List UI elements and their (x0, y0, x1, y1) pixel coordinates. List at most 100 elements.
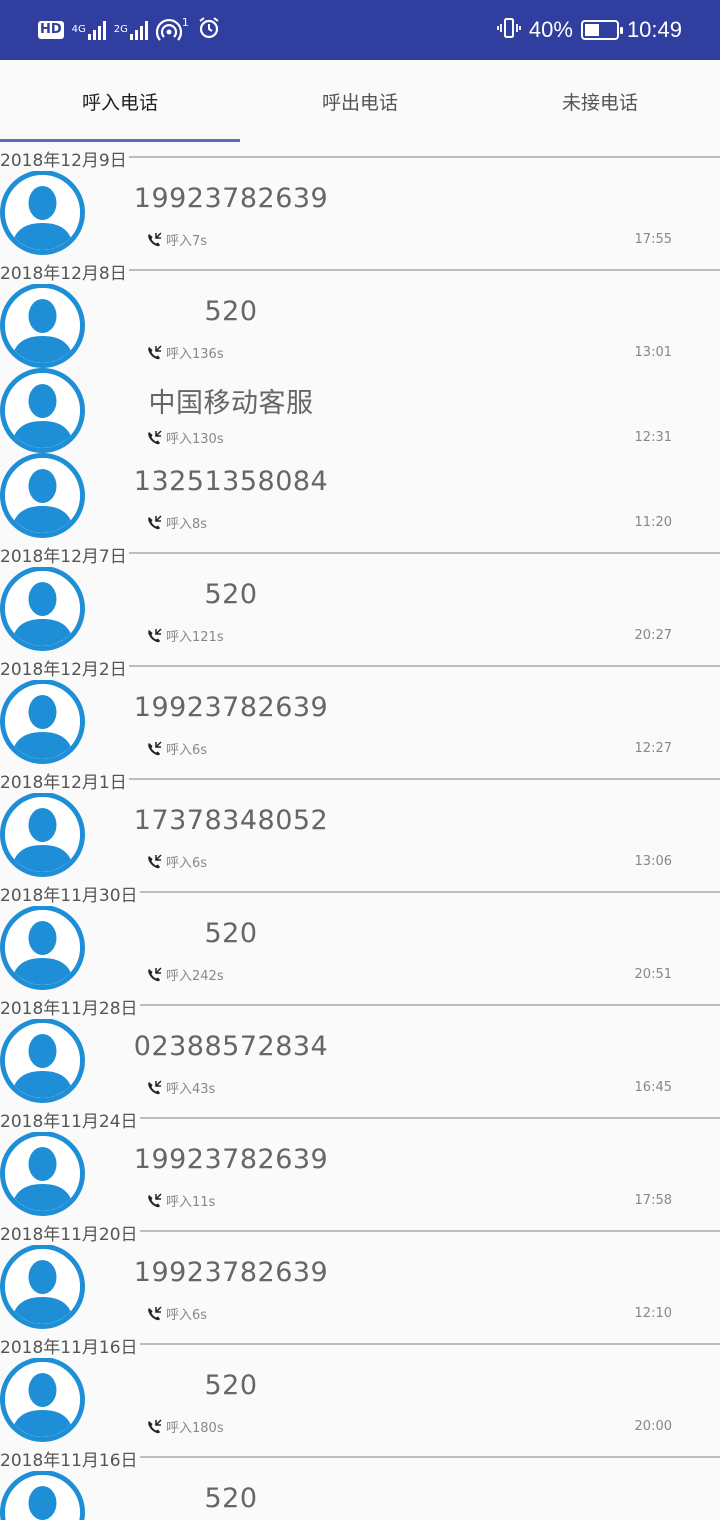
call-time: 12:31 (634, 430, 672, 445)
call-type: 呼入180s (146, 1417, 224, 1436)
person-avatar-icon (0, 679, 85, 764)
date-header: 2018年11月20日 (0, 1216, 720, 1245)
caller-number: 520 (204, 1483, 258, 1514)
date-label: 2018年12月9日 (0, 146, 129, 171)
call-type: 呼入43s (146, 1078, 215, 1097)
date-header: 2018年12月2日 (0, 651, 720, 680)
incoming-call-icon (146, 1192, 162, 1209)
alarm-icon (197, 16, 221, 44)
incoming-call-icon (146, 627, 162, 644)
caller-number: 17378348052 (133, 805, 329, 836)
incoming-call-icon (146, 966, 162, 983)
call-time: 13:01 (634, 345, 672, 360)
call-time: 12:10 (634, 1306, 672, 1321)
caller-number: 520 (204, 1370, 258, 1401)
status-bar: HD 4G 2G 1 40% 10:49 (0, 0, 720, 60)
call-log-item[interactable]: 19923782639 呼入6s 12:10 (0, 1244, 720, 1329)
date-header: 2018年12月9日 (0, 142, 720, 171)
person-avatar-icon (0, 792, 85, 877)
call-time: 16:45 (634, 1080, 672, 1095)
person-avatar-icon (0, 1357, 85, 1442)
caller-number: 中国移动客服 (148, 388, 314, 419)
status-bar-right: 40% 10:49 (496, 14, 682, 46)
call-log-item[interactable]: 13251358084 呼入8s 11:20 (0, 453, 720, 538)
tab-outgoing-calls[interactable]: 呼出电话 (240, 60, 480, 142)
date-label: 2018年12月2日 (0, 655, 129, 680)
clock: 10:49 (626, 17, 682, 42)
caller-number: 19923782639 (133, 1144, 329, 1175)
call-duration: 呼入130s (166, 432, 224, 447)
call-type: 呼入242s (146, 965, 224, 984)
call-duration: 呼入8s (166, 517, 208, 532)
date-label: 2018年11月20日 (0, 1220, 140, 1245)
call-log-item[interactable]: 19923782639 呼入7s 17:55 (0, 170, 720, 255)
person-avatar-icon (0, 1018, 85, 1103)
call-type: 呼入136s (146, 343, 224, 362)
call-time: 20:27 (634, 628, 672, 643)
call-log-item[interactable]: 02388572834 呼入43s 16:45 (0, 1018, 720, 1103)
person-avatar-icon (0, 170, 85, 255)
call-log-item[interactable]: 520 呼入242s 20:51 (0, 905, 720, 990)
call-duration: 呼入6s (166, 856, 208, 871)
call-time: 17:58 (634, 1193, 672, 1208)
call-type: 呼入6s (146, 852, 207, 871)
date-header: 2018年12月1日 (0, 764, 720, 793)
call-duration: 呼入6s (166, 743, 208, 758)
tab-bar: 呼入电话 呼出电话 未接电话 (0, 60, 720, 142)
call-type: 呼入6s (146, 1304, 207, 1323)
person-avatar-icon (0, 1131, 85, 1216)
incoming-call-icon (146, 853, 162, 870)
incoming-call-icon (146, 1079, 162, 1096)
person-avatar-icon (0, 1244, 85, 1329)
call-type: 呼入130s (146, 428, 224, 447)
incoming-call-icon (146, 1305, 162, 1322)
call-duration: 呼入242s (166, 969, 224, 984)
call-duration: 呼入136s (166, 347, 224, 362)
call-type: 呼入6s (146, 739, 207, 758)
tab-missed-calls[interactable]: 未接电话 (480, 60, 720, 142)
tab-incoming-calls[interactable]: 呼入电话 (0, 60, 240, 142)
call-log-item[interactable]: 520 呼入180s 20:00 (0, 1357, 720, 1442)
call-log-item[interactable]: 17378348052 呼入6s 13:06 (0, 792, 720, 877)
call-log-item[interactable]: 中国移动客服呼入130s 12:31 (0, 368, 720, 453)
call-log-item[interactable]: 520 呼入121s 20:27 (0, 566, 720, 651)
caller-number: 13251358084 (133, 466, 329, 497)
date-label: 2018年11月28日 (0, 994, 140, 1019)
person-avatar-icon (0, 1470, 85, 1520)
call-log-list[interactable]: 2018年12月9日 19923782639 呼入7s 17:55 2018年12月8日… (0, 142, 720, 1520)
date-header: 2018年11月30日 (0, 877, 720, 906)
call-time: 20:00 (634, 1419, 672, 1434)
date-header: 2018年11月28日 (0, 990, 720, 1019)
caller-number: 520 (204, 296, 258, 327)
call-log-item[interactable]: 520 (0, 1470, 720, 1520)
caller-number: 19923782639 (133, 692, 329, 723)
call-type: 呼入7s (146, 230, 207, 249)
call-time: 11:20 (634, 515, 672, 530)
call-duration: 呼入7s (166, 234, 208, 249)
date-header: 2018年11月24日 (0, 1103, 720, 1132)
vibrate-icon (496, 16, 521, 44)
status-bar-left: HD 4G 2G 1 (38, 14, 221, 46)
date-header: 2018年12月8日 (0, 255, 720, 284)
call-time: 13:06 (634, 854, 672, 869)
person-avatar-icon (0, 368, 85, 453)
person-avatar-icon (0, 283, 85, 368)
caller-number: 19923782639 (133, 1257, 329, 1288)
signal-4g-icon: 4G (72, 18, 106, 42)
date-label: 2018年12月8日 (0, 259, 129, 284)
date-label: 2018年12月7日 (0, 542, 129, 567)
call-type: 呼入121s (146, 626, 224, 645)
battery-percent: 40% (528, 17, 573, 42)
incoming-call-icon (146, 344, 162, 361)
call-type: 呼入11s (146, 1191, 215, 1210)
date-label: 2018年11月16日 (0, 1446, 140, 1471)
person-avatar-icon (0, 453, 85, 538)
call-log-item[interactable]: 520 呼入136s 13:01 (0, 283, 720, 368)
call-duration: 呼入43s (166, 1082, 216, 1097)
call-log-item[interactable]: 19923782639 呼入11s 17:58 (0, 1131, 720, 1216)
incoming-call-icon (146, 231, 162, 248)
call-duration: 呼入121s (166, 630, 224, 645)
call-duration: 呼入11s (166, 1195, 216, 1210)
call-log-item[interactable]: 19923782639 呼入6s 12:27 (0, 679, 720, 764)
incoming-call-icon (146, 740, 162, 757)
